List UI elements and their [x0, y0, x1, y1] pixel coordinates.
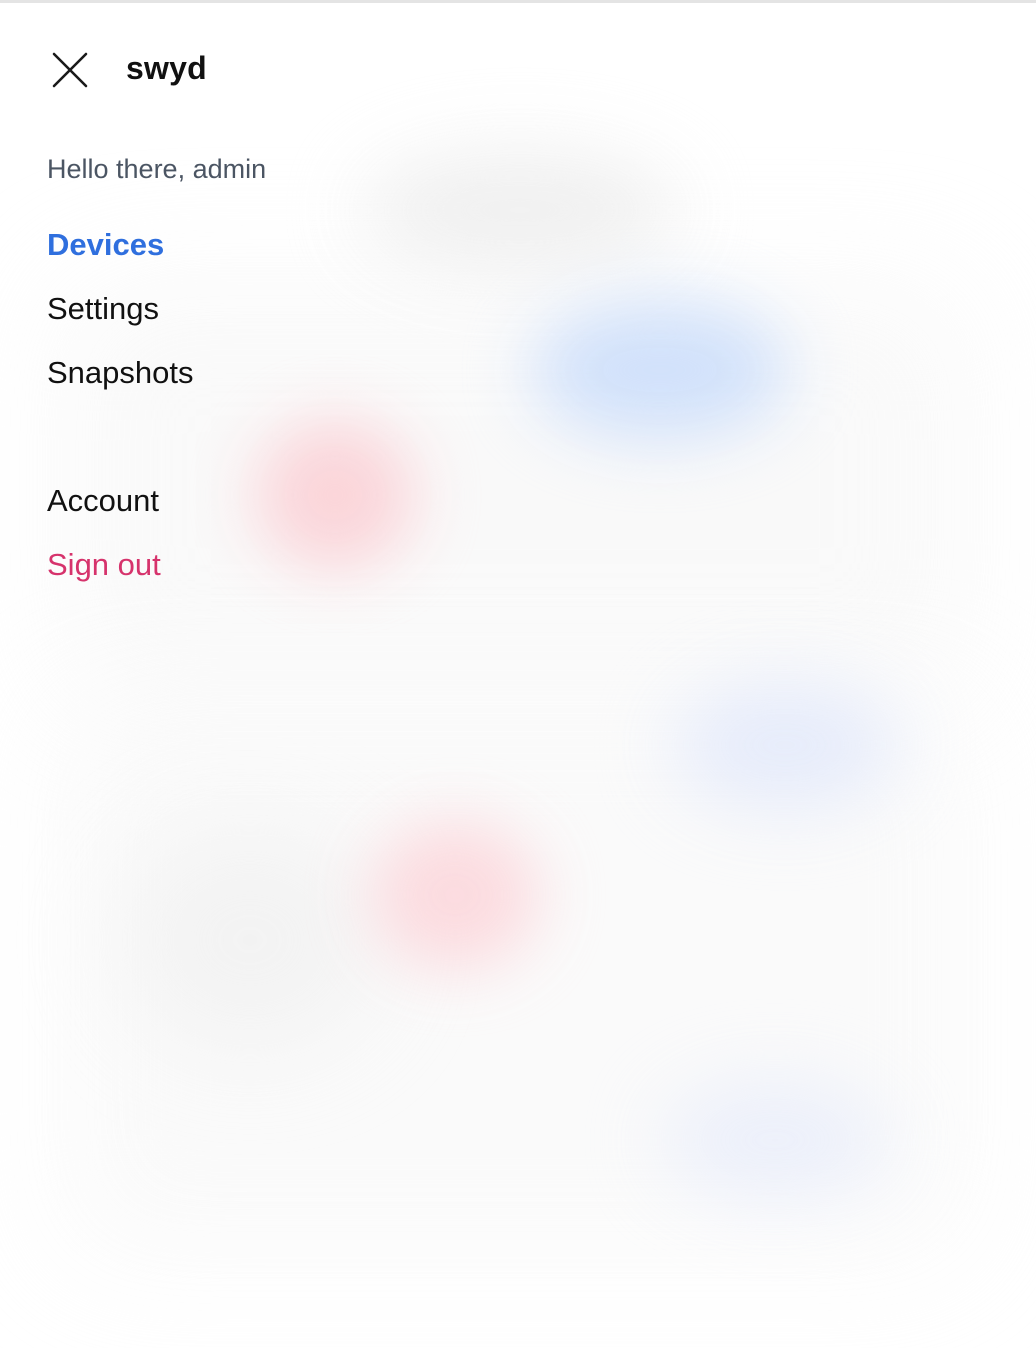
nav-link-account[interactable]: Account	[47, 481, 161, 521]
blurred-shape	[120, 830, 380, 1050]
nav-link-devices[interactable]: Devices	[47, 225, 194, 265]
blurred-shape	[255, 420, 415, 570]
nav-link-snapshots[interactable]: Snapshots	[47, 353, 194, 393]
sign-out-link[interactable]: Sign out	[47, 545, 161, 585]
main-nav: Devices Settings Snapshots	[47, 225, 194, 417]
blurred-shape	[670, 680, 900, 810]
blurred-shape	[660, 1080, 890, 1200]
nav-item: Sign out	[47, 545, 161, 585]
blurred-shape	[370, 820, 540, 970]
app-title: swyd	[126, 50, 207, 86]
blurred-page-background	[0, 0, 1036, 1348]
top-divider	[0, 0, 1036, 3]
close-menu-button[interactable]	[44, 44, 96, 96]
close-icon	[52, 52, 88, 88]
blurred-shape	[360, 150, 680, 270]
blurred-card	[60, 280, 970, 700]
nav-item: Account	[47, 481, 161, 521]
nav-link-settings[interactable]: Settings	[47, 289, 194, 329]
blurred-shape	[530, 300, 790, 440]
nav-item: Settings	[47, 289, 194, 329]
greeting-text: Hello there, admin	[47, 154, 267, 184]
nav-item: Devices	[47, 225, 194, 265]
nav-item: Snapshots	[47, 353, 194, 393]
account-nav: Account Sign out	[47, 481, 161, 609]
blurred-card	[60, 700, 970, 1260]
